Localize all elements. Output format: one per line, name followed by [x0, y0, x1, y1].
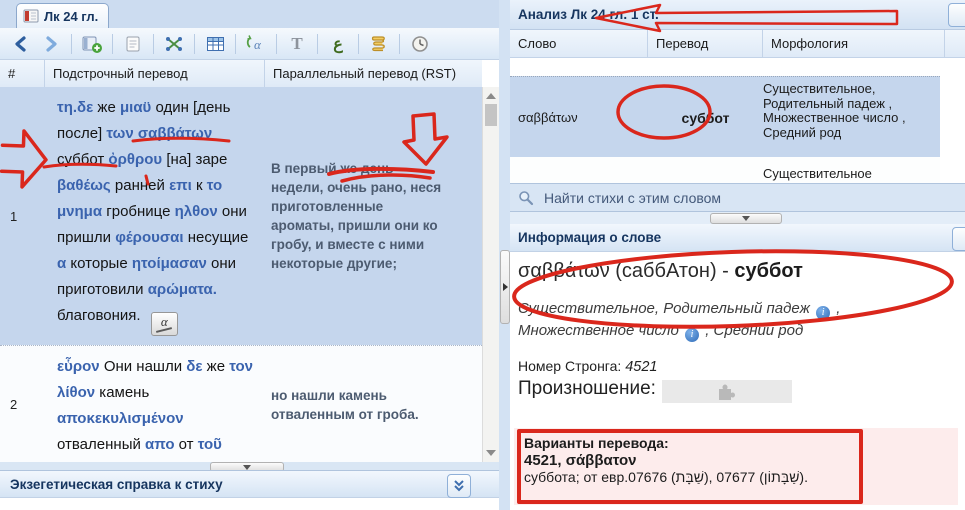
column-header-extra	[945, 30, 965, 57]
toolbar-separator	[153, 34, 154, 54]
column-header-word: Слово	[510, 30, 648, 57]
svg-text:α: α	[254, 37, 262, 52]
word-info-panel-header: Информация о слове	[510, 224, 965, 252]
headword-greek: σαββάτων (саббАтон) -	[518, 260, 734, 282]
arabic-letter-icon[interactable]: ع	[325, 31, 351, 57]
back-icon[interactable]	[8, 31, 34, 57]
column-header-translation: Перевод	[648, 30, 763, 57]
word-info-content: σαββάτων (саббАтон) - суббот Существител…	[510, 252, 965, 510]
column-header-parallel: Параллельный перевод (RST)	[265, 60, 482, 87]
variants-title: Варианты перевода:	[524, 435, 958, 452]
horizontal-splitter[interactable]	[510, 212, 965, 224]
toolbar: α T ع	[0, 28, 499, 60]
verse-number: 2	[0, 346, 45, 463]
info-icon[interactable]: i	[816, 306, 830, 320]
tab-label: Лк 24 гл.	[44, 9, 98, 24]
search-placeholder: Найти стихи с этим словом	[544, 190, 721, 206]
table-icon[interactable]	[202, 31, 228, 57]
scroll-down-arrow[interactable]	[486, 450, 496, 456]
word-cell[interactable]: σαββάτων	[518, 77, 643, 158]
info-icon[interactable]: i	[685, 328, 699, 342]
hebrew-word: שַׁבָּת	[676, 469, 704, 485]
analysis-panel-title: Анализ Лк 24 гл. 1 ст.	[518, 7, 659, 22]
chevron-down-icon	[243, 465, 251, 470]
variants-definition: суббота; от евр.07676 (שַׁבָּת), 07677 (…	[524, 469, 958, 486]
scrollbar-thumb[interactable]	[485, 104, 497, 126]
search-bar[interactable]: Найти стихи с этим словом	[510, 183, 965, 212]
strong-number-line: Номер Стронга: 4521	[518, 358, 657, 375]
pronunciation-label: Произношение:	[518, 378, 656, 400]
cross-references-icon[interactable]	[161, 31, 187, 57]
toolbar-separator	[235, 34, 236, 54]
word-table-header: Слово Перевод Морфология	[510, 30, 965, 58]
interlinear-text[interactable]: τη.δε же μιαϋ один [день после] των σαββ…	[57, 99, 248, 324]
vertical-scrollbar[interactable]	[482, 87, 499, 462]
scroll-up-arrow[interactable]	[486, 93, 496, 99]
column-header-number: #	[0, 60, 45, 87]
splitter-handle[interactable]	[500, 250, 510, 324]
column-header-morphology: Морфология	[763, 30, 945, 57]
interlinear-text[interactable]: εὗρον Они нашли δε же τον λίθον камень α…	[57, 358, 253, 463]
scroll-icon[interactable]	[366, 31, 392, 57]
chevron-down-icon	[742, 216, 750, 221]
add-book-icon[interactable]	[79, 31, 105, 57]
column-header-interlinear: Подстрочный перевод	[45, 60, 265, 87]
interlinear-cell[interactable]: εὗρον Они нашли δε же τον λίθον камень α…	[45, 346, 265, 463]
exegetical-panel-content	[0, 498, 499, 510]
headword: σαββάτων (саббАтон) - суббот	[518, 260, 803, 283]
panel-collapse-button[interactable]	[952, 227, 965, 251]
edit-translation-button[interactable]: α	[151, 312, 178, 336]
variants-entry: 4521, σάββατον	[524, 452, 958, 469]
toolbar-separator	[276, 34, 277, 54]
word-info-panel-title: Информация о слове	[518, 230, 661, 245]
toolbar-separator	[358, 34, 359, 54]
toolbar-separator	[194, 34, 195, 54]
splitter-handle[interactable]	[710, 213, 782, 224]
horizontal-splitter[interactable]	[0, 462, 499, 470]
morphology-cell: Существительное	[763, 157, 935, 183]
exegetical-panel-header: Экзегетическая справка к стиху	[0, 470, 499, 498]
tab-luke-24[interactable]: Лк 24 гл.	[16, 3, 109, 28]
morphology-cell: Существительное, Родительный падеж , Мно…	[763, 77, 935, 158]
toolbar-separator	[317, 34, 318, 54]
tab-bar: Лк 24 гл.	[0, 0, 499, 29]
interlinear-table-header: # Подстрочный перевод Параллельный перев…	[0, 60, 482, 88]
search-icon	[518, 190, 534, 206]
exegetical-panel-title: Экзегетическая справка к стиху	[10, 477, 223, 492]
double-chevron-down-icon[interactable]	[447, 474, 471, 498]
word-table-next-row[interactable]: Существительное	[510, 157, 940, 183]
parallel-translation-cell: но нашли камень отваленным от гроба.	[265, 346, 482, 463]
interlinear-cell[interactable]: τη.δε же μιαϋ один [день после] των σαββ…	[45, 87, 265, 345]
strong-number-value[interactable]: 4521	[625, 359, 657, 375]
panel-collapse-button[interactable]	[948, 3, 965, 27]
morphology-line: Существительное, Родительный падеж i , М…	[518, 298, 956, 342]
forward-icon[interactable]	[38, 31, 64, 57]
toolbar-separator	[112, 34, 113, 54]
chevron-right-icon	[503, 283, 508, 291]
document-icon[interactable]	[120, 31, 146, 57]
verse-row-2[interactable]: 2 εὗρον Они нашли δε же τον λίθον камень…	[0, 345, 482, 463]
hebrew-word: שַׁבָּתוֹן	[764, 469, 800, 485]
headword-translation: суббот	[734, 260, 802, 282]
vertical-splitter[interactable]	[499, 0, 510, 510]
text-format-icon[interactable]: T	[284, 31, 310, 57]
word-table-selected-row[interactable]: σαββάτων суббот Существительное, Родител…	[510, 76, 940, 159]
parallel-translation-cell: В первый же день недели, очень рано, нес…	[265, 87, 482, 345]
history-icon[interactable]	[407, 31, 433, 57]
puzzle-icon	[714, 381, 736, 403]
verse-number: 1	[0, 87, 45, 345]
bible-study-app: Лк 24 гл.	[0, 0, 965, 510]
verse-row-1[interactable]: 1 τη.δε же μιαϋ один [день после] των σα…	[0, 87, 482, 345]
translation-cell[interactable]: суббот	[648, 77, 763, 158]
toolbar-separator	[399, 34, 400, 54]
morphology-search-icon[interactable]: α	[243, 31, 269, 57]
translation-variants-box: Варианты перевода: 4521, σάββατον суббот…	[514, 428, 958, 505]
pronunciation-plugin-placeholder	[662, 380, 792, 403]
toolbar-separator	[71, 34, 72, 54]
book-icon	[23, 9, 39, 23]
analysis-panel-header: Анализ Лк 24 гл. 1 ст.	[510, 0, 965, 30]
